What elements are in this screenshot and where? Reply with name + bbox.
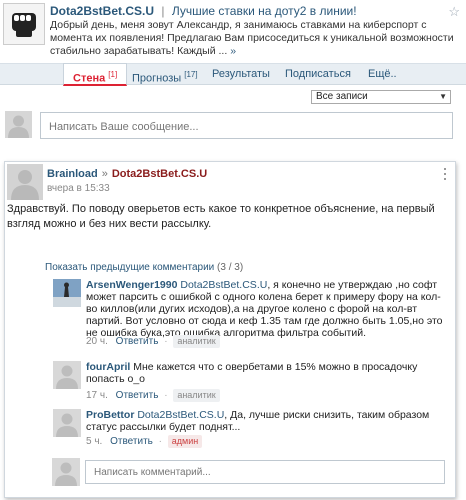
compose-message-input[interactable]: Написать Ваше сообщение...: [40, 112, 453, 139]
show-previous-comments-link[interactable]: Показать предыдущие комментарии (3 / 3): [45, 262, 243, 273]
avatar[interactable]: [53, 409, 81, 437]
group-header: Dota2BstBet.CS.U | Лучшие ставки на доту…: [0, 0, 466, 62]
post-author-link[interactable]: Brainload: [47, 168, 98, 180]
comment-time[interactable]: 17 ч.: [86, 390, 108, 401]
comments-count: (3 / 3): [217, 262, 244, 273]
post-text: Здравствуй. По поводу оверьетов есть как…: [7, 203, 435, 230]
comment-mention-link[interactable]: Dota2BstBet.CS.U: [180, 279, 267, 291]
comment-time[interactable]: 20 ч.: [86, 336, 108, 347]
comment-author-link[interactable]: fourApril: [86, 361, 130, 373]
show-previous-label: Показать предыдущие комментарии: [45, 262, 215, 273]
wall-post: Brainload» Dota2BstBet.CS.U вчера в 15:33…: [4, 161, 456, 498]
tab-wall-count: [1]: [108, 70, 118, 79]
comment-placeholder: Написать комментарий...: [94, 467, 211, 478]
compose-placeholder: Написать Ваше сообщение...: [49, 121, 199, 133]
avatar: [5, 111, 32, 138]
comment-body: fourApril Мне кажется что с овербетами в…: [86, 361, 446, 385]
comment-mention-link[interactable]: Dota2BstBet.CS.U: [137, 409, 224, 421]
tab-results-label: Результаты: [212, 68, 270, 80]
user-silhouette-icon: [53, 361, 81, 389]
meta-dot: ·: [164, 336, 168, 347]
tab-more-label: Ещё..: [368, 68, 397, 80]
tab-results[interactable]: Результаты: [212, 64, 270, 85]
tab-wall[interactable]: Стена [1]: [63, 63, 128, 86]
header-title: Dota2BstBet.CS.U | Лучшие ставки на доту…: [50, 4, 445, 18]
comment-body: ArsenWenger1990 Dota2BstBet.CS.U, я коне…: [86, 279, 446, 339]
comment-meta: 17 ч. Ответить · аналитик: [86, 389, 220, 402]
fist-icon: [12, 13, 36, 37]
user-silhouette-icon: [53, 409, 81, 437]
group-logo[interactable]: [3, 3, 45, 45]
star-icon[interactable]: ☆: [448, 4, 460, 20]
tab-bar: Стена [1] Прогнозы [17] Результаты Подпи…: [0, 63, 466, 86]
reply-button[interactable]: Ответить: [116, 390, 159, 401]
title-separator: |: [161, 4, 165, 18]
meta-dot: ·: [158, 436, 162, 447]
role-badge: аналитик: [173, 389, 220, 402]
comment-input[interactable]: Написать комментарий...: [85, 460, 445, 484]
avatar[interactable]: [53, 279, 81, 307]
comment-meta: 20 ч. Ответить · аналитик: [86, 335, 220, 348]
avatar[interactable]: [53, 361, 81, 389]
user-silhouette-icon: [5, 111, 32, 138]
filter-selected: Все записи: [316, 91, 368, 102]
tab-forecasts[interactable]: Прогнозы [17]: [132, 64, 198, 85]
post-arrow: »: [101, 168, 108, 180]
post-author-line: Brainload» Dota2BstBet.CS.U: [47, 168, 207, 180]
chevron-down-icon: ▼: [439, 92, 447, 101]
role-badge: аналитик: [173, 335, 220, 348]
role-badge: админ: [167, 435, 203, 448]
comment-body: ProBettor Dota2BstBet.CS.U, Да, лучше ри…: [86, 409, 446, 433]
tab-subscribe[interactable]: Подписаться: [285, 64, 351, 85]
more-vertical-icon[interactable]: [443, 168, 447, 180]
user-silhouette-icon: [52, 458, 80, 486]
comment-author-link[interactable]: ArsenWenger1990: [86, 279, 177, 291]
comment-author-link[interactable]: ProBettor: [86, 409, 134, 421]
tab-wall-label: Стена: [73, 72, 106, 85]
tab-forecasts-count: [17]: [184, 70, 198, 79]
comment-text: Мне кажется что с овербетами в 15% можно…: [86, 361, 418, 385]
reply-button[interactable]: Ответить: [116, 336, 159, 347]
post-timestamp[interactable]: вчера в 15:33: [47, 183, 110, 194]
tab-forecasts-label: Прогнозы: [132, 72, 182, 85]
group-name-link[interactable]: Dota2BstBet.CS.U: [50, 4, 154, 18]
description-more-link[interactable]: »: [230, 45, 236, 57]
reply-button[interactable]: Ответить: [110, 436, 153, 447]
meta-dot: ·: [164, 390, 168, 401]
comment-time[interactable]: 5 ч.: [86, 436, 102, 447]
group-tagline: Лучшие ставки на доту2 в линии!: [171, 4, 357, 18]
user-silhouette-icon: [7, 164, 43, 200]
avatar: [52, 458, 80, 486]
comment-meta: 5 ч. Ответить · админ: [86, 435, 203, 448]
tab-more[interactable]: Ещё..: [368, 64, 397, 85]
post-target-link[interactable]: Dota2BstBet.CS.U: [112, 168, 207, 180]
avatar[interactable]: [7, 164, 43, 200]
group-description: Добрый день, меня зовут Александр, я зан…: [50, 19, 455, 58]
posts-filter-select[interactable]: Все записи ▼: [311, 90, 451, 104]
profile-photo-icon: [53, 279, 81, 307]
tab-subscribe-label: Подписаться: [285, 68, 351, 80]
description-text: Добрый день, меня зовут Александр, я зан…: [50, 19, 454, 57]
